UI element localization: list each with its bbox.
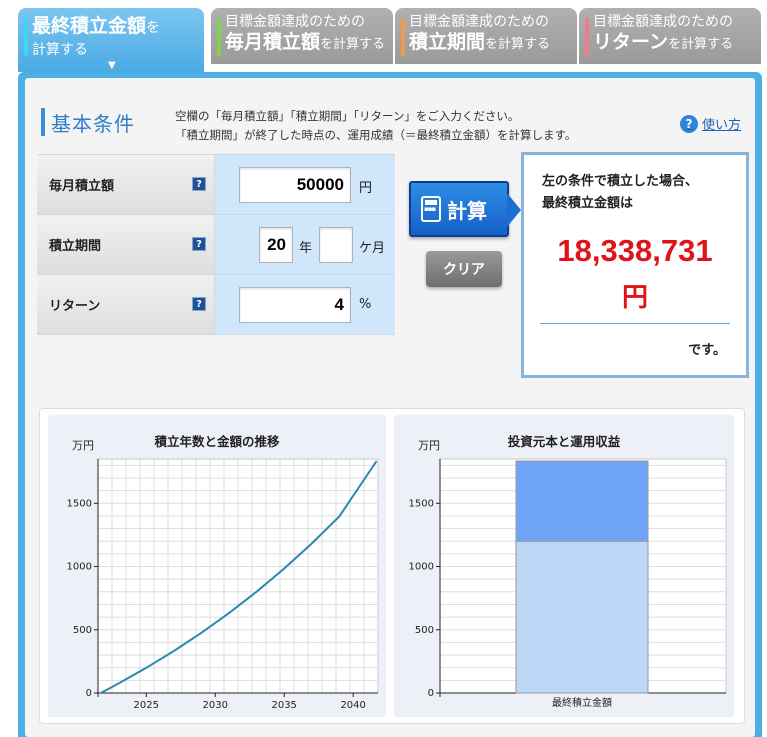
calculator-icon [421, 196, 441, 222]
result-line-1: 左の条件で積立した場合、 [542, 174, 699, 189]
tab-period[interactable]: 目標金額達成のための 積立期間を計算する [395, 8, 577, 64]
tab-final-amount-title: 最終積立金額 [32, 15, 147, 37]
x-tick-label: 2035 [271, 700, 296, 711]
tab-period-suffix: を計算する [485, 37, 551, 52]
return-input[interactable] [239, 287, 351, 323]
tab-return-suffix: を計算する [668, 37, 734, 52]
monthly-row: 毎月積立額 ? 円 [37, 155, 395, 215]
y-tick-label: 1500 [409, 498, 434, 509]
howto-label: 使い方 [702, 118, 742, 133]
calculator-inner: 基本条件 空欄の「毎月積立額」「積立期間」「リターン」をご入力ください。 「積立… [25, 78, 755, 737]
composition-chart-svg: 0 500 1000 1500 最終積立金額 [409, 458, 727, 709]
y-tick-label: 1500 [67, 498, 92, 509]
months-unit: ケ月 [359, 241, 386, 256]
result-amount: 18,338,731 [557, 233, 713, 268]
section-bar [41, 108, 45, 136]
monthly-value-cell: 円 [215, 155, 395, 214]
monthly-label: 毎月積立額 ? [37, 155, 215, 214]
period-row: 積立期間 ? 年 ケ月 [37, 215, 395, 275]
y-tick-label: 500 [73, 625, 92, 636]
return-label: リターン ? [37, 275, 215, 334]
description-line-1: 空欄の「毎月積立額」「積立期間」「リターン」をご入力ください。 [175, 109, 520, 123]
calculator-tabs: 最終積立金額を 計算する ▼ 目標金額達成のための 毎月積立額を計算する 目標金… [18, 8, 762, 72]
growth-chart-title: 積立年数と金額の推移 [154, 434, 280, 449]
arrow-right-icon [507, 193, 521, 227]
calculate-label: 計算 [447, 198, 487, 223]
charts-area: 積立年数と金額の推移 万円 0 500 1000 1500 2025 2030 2035 20… [39, 408, 745, 724]
section-title: 基本条件 [51, 112, 135, 136]
result-suffix: です。 [688, 343, 726, 358]
tab-stripe [585, 18, 589, 56]
input-form: 毎月積立額 ? 円 積立期間 ? 年 ケ月 [37, 154, 395, 335]
tab-final-amount-particle: を [146, 20, 161, 36]
growth-chart: 積立年数と金額の推移 万円 0 500 1000 1500 2025 2030 2035 20… [48, 415, 386, 717]
return-value-cell: % [215, 275, 395, 334]
principal-bar [515, 540, 649, 694]
clear-button[interactable]: クリア [426, 251, 502, 287]
period-label-text: 積立期間 [49, 239, 102, 254]
period-label: 積立期間 ? [37, 215, 215, 274]
tab-return-sub: 目標金額達成のための [593, 14, 733, 30]
tab-stripe [401, 18, 405, 56]
y-tick-label: 500 [415, 625, 434, 636]
y-tick-label: 1000 [409, 562, 434, 573]
monthly-amount-input[interactable] [239, 167, 351, 203]
years-input[interactable] [259, 227, 293, 263]
tab-stripe [24, 18, 28, 56]
tab-monthly-sub: 目標金額達成のための [225, 14, 365, 30]
tab-return[interactable]: 目標金額達成のための リターンを計算する [579, 8, 761, 64]
composition-chart-title: 投資元本と運用収益 [507, 434, 621, 449]
return-bar [515, 460, 649, 542]
result-divider [540, 323, 730, 324]
help-icon[interactable]: ? [192, 177, 206, 191]
calculator-panel: 基本条件 空欄の「毎月積立額」「積立期間」「リターン」をご入力ください。 「積立… [18, 72, 762, 737]
result-box: 左の条件で積立した場合、 最終積立金額は 18,338,731 円 です。 [521, 152, 749, 378]
tab-stripe [217, 18, 221, 56]
description-line-2: 「積立期間」が終了した時点の、運用成績（＝最終積立金額）を計算します。 [175, 128, 577, 142]
y-tick-label: 0 [86, 688, 92, 699]
x-category-label: 最終積立金額 [552, 696, 612, 709]
growth-chart-svg: 0 500 1000 1500 2025 2030 2035 2040 [67, 458, 379, 711]
return-label-text: リターン [49, 299, 101, 314]
x-tick-label: 2025 [134, 700, 159, 711]
help-icon[interactable]: ? [192, 237, 206, 251]
period-value-cell: 年 ケ月 [215, 215, 395, 274]
tab-return-title: リターン [593, 31, 669, 53]
result-currency: 円 [621, 283, 648, 313]
question-icon: ? [680, 114, 698, 133]
months-input[interactable] [319, 227, 353, 263]
result-text: 左の条件で積立した場合、 最終積立金額は [542, 171, 698, 215]
composition-chart: 投資元本と運用収益 万円 0 500 1000 1500 最終積立金額 [394, 415, 734, 717]
tab-period-title: 積立期間 [409, 31, 486, 53]
x-tick-label: 2030 [203, 700, 228, 711]
y-tick-label: 0 [428, 688, 434, 699]
return-unit: % [359, 297, 372, 312]
tab-final-amount[interactable]: 最終積立金額を 計算する ▼ [18, 8, 204, 72]
calculate-button[interactable]: 計算 [409, 181, 521, 237]
active-tab-arrow-icon: ▼ [108, 60, 116, 71]
help-icon[interactable]: ? [192, 297, 206, 311]
section-description: 空欄の「毎月積立額」「積立期間」「リターン」をご入力ください。 「積立期間」が終… [175, 107, 576, 145]
y-tick-label: 1000 [67, 562, 92, 573]
x-tick-label: 2040 [340, 700, 365, 711]
result-line-2: 最終積立金額は [542, 196, 634, 211]
tab-monthly-title: 毎月積立額 [225, 31, 321, 53]
tab-monthly-suffix: を計算する [320, 37, 386, 52]
tab-monthly-amount[interactable]: 目標金額達成のための 毎月積立額を計算する [211, 8, 393, 64]
howto-link[interactable]: ? 使い方 [680, 114, 741, 133]
tab-final-amount-sub: 計算する [32, 42, 88, 58]
tab-period-sub: 目標金額達成のための [409, 14, 549, 30]
monthly-unit: 円 [359, 181, 373, 196]
years-unit: 年 [299, 241, 313, 256]
growth-chart-y-unit: 万円 [72, 439, 94, 452]
return-row: リターン ? % [37, 275, 395, 335]
monthly-label-text: 毎月積立額 [49, 179, 115, 194]
composition-chart-y-unit: 万円 [418, 439, 440, 452]
